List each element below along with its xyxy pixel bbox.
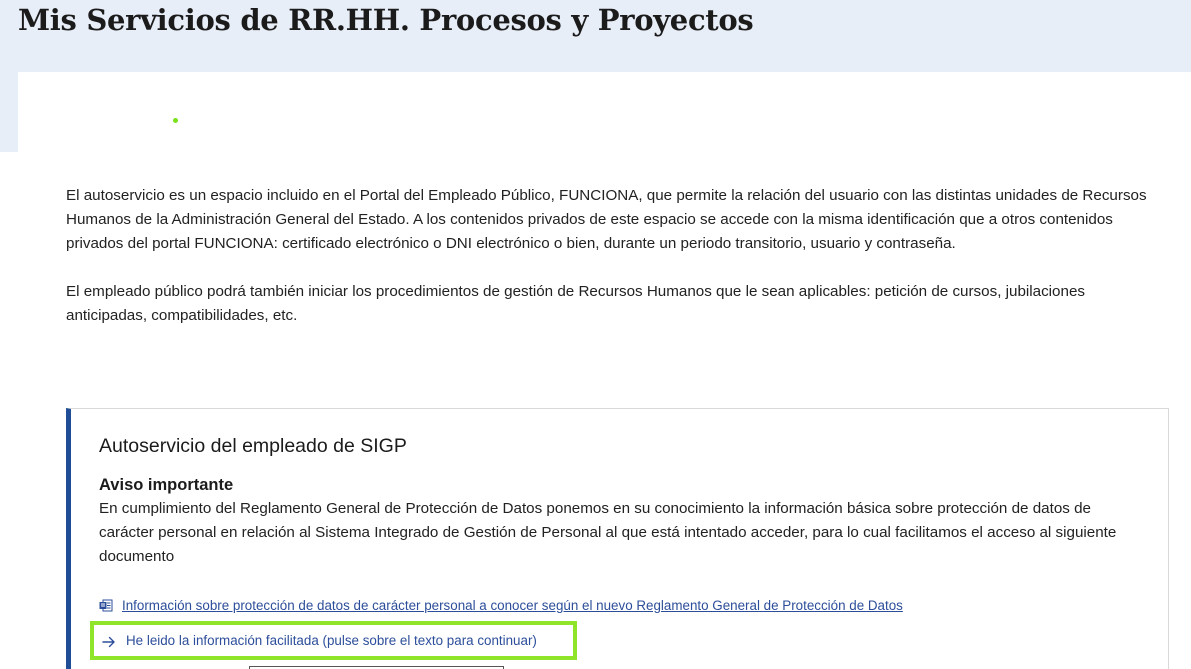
document-icon (99, 599, 113, 612)
page: Mis Servicios de RR.HH. Procesos y Proye… (0, 0, 1191, 669)
notice-text: En cumplimiento del Reglamento General d… (99, 500, 1117, 565)
sigp-panel-title: Autoservicio del empleado de SIGP (99, 435, 407, 457)
intro-paragraph: El autoservicio es un espacio incluido e… (66, 187, 1147, 252)
sigp-panel: Autoservicio del empleado de SIGP Aviso … (66, 408, 1169, 669)
arrow-right-icon (102, 635, 116, 647)
status-dot (173, 118, 178, 123)
notice-title: Aviso importante (99, 476, 234, 494)
continue-link[interactable]: He leido la información facilitada (puls… (90, 621, 577, 660)
page-title: Mis Servicios de RR.HH. Procesos y Proye… (18, 3, 754, 37)
document-link-row: Información sobre protección de datos de… (99, 595, 903, 615)
continue-link-label[interactable]: He leido la información facilitada (puls… (126, 633, 537, 648)
intro-paragraph-procedures: El empleado público podrá también inicia… (66, 283, 1085, 324)
data-protection-document-link[interactable]: Información sobre protección de datos de… (122, 598, 903, 613)
